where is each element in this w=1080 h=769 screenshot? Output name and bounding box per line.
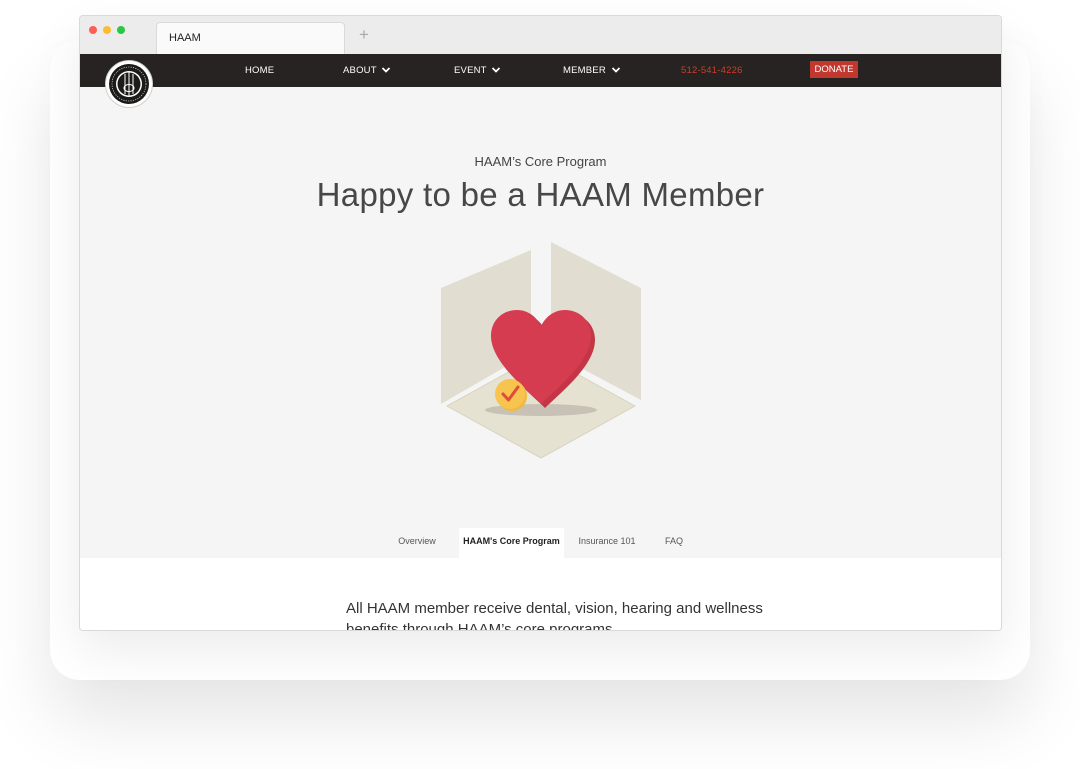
tab-insurance-101[interactable]: Insurance 101	[572, 528, 642, 558]
nav-item-label: HOME	[245, 65, 275, 76]
haam-logo-icon[interactable]	[105, 60, 153, 108]
browser-tab[interactable]: HAAM	[156, 22, 345, 54]
program-subtabs: Overview HAAM's Core Program Insurance 1…	[80, 528, 1001, 558]
nav-item-member[interactable]: MEMBER	[563, 65, 621, 76]
screenshot-stage: HAAM + HOME ABOUT EVENT MEMBER 512-541-4…	[0, 0, 1080, 769]
chevron-down-icon	[492, 67, 501, 73]
content-area: All HAAM member receive dental, vision, …	[80, 558, 1001, 631]
nav-phone-link[interactable]: 512-541-4226	[681, 65, 743, 76]
nav-item-event[interactable]: EVENT	[454, 65, 501, 76]
chevron-down-icon	[611, 67, 620, 73]
minimize-window-button[interactable]	[103, 26, 111, 34]
tab-overview[interactable]: Overview	[386, 528, 448, 558]
chevron-down-icon	[382, 67, 391, 73]
donate-button[interactable]: DONATE	[810, 61, 858, 78]
new-tab-button[interactable]: +	[359, 26, 369, 43]
nav-item-label: EVENT	[454, 65, 487, 76]
nav-item-about[interactable]: ABOUT	[343, 65, 391, 76]
tab-haams-core-program[interactable]: HAAM's Core Program	[459, 528, 564, 558]
close-window-button[interactable]	[89, 26, 97, 34]
nav-item-home[interactable]: HOME	[245, 65, 274, 76]
zoom-window-button[interactable]	[117, 26, 125, 34]
nav-item-label: ABOUT	[343, 65, 377, 76]
browser-window: HAAM + HOME ABOUT EVENT MEMBER 512-541-4…	[79, 15, 1002, 631]
page-title: Happy to be a HAAM Member	[316, 176, 765, 213]
site-navbar: HOME ABOUT EVENT MEMBER 512-541-4226 DON…	[80, 54, 1001, 87]
section-kicker: HAAM’s Core Program	[474, 154, 607, 169]
tab-faq[interactable]: FAQ	[656, 528, 692, 558]
intro-paragraph: All HAAM member receive dental, vision, …	[346, 600, 763, 631]
browser-tab-title: HAAM	[169, 32, 201, 44]
heart-box-illustration	[441, 242, 641, 459]
nav-item-label: MEMBER	[563, 65, 606, 76]
browser-toolbar: HAAM +	[80, 16, 1001, 54]
